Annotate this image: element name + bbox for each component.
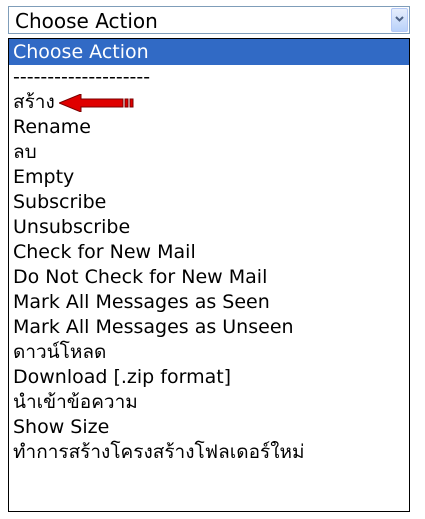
option-do-not-check-new-mail[interactable]: Do Not Check for New Mail	[9, 265, 409, 290]
option-empty[interactable]: Empty	[9, 165, 409, 190]
action-select[interactable]: Choose Action	[8, 6, 410, 34]
option-separator[interactable]: --------------------	[9, 65, 409, 90]
option-label: นำเข้าข้อความ	[13, 391, 138, 413]
red-arrow-icon	[59, 94, 134, 112]
option-label: ลบ	[13, 141, 37, 163]
option-label: Unsubscribe	[13, 216, 131, 238]
option-label: Empty	[13, 166, 75, 188]
option-unsubscribe[interactable]: Unsubscribe	[9, 215, 409, 240]
option-create-folder-structure[interactable]: ทำการสร้างโครงสร้างโฟลเดอร์ใหม่	[9, 440, 409, 465]
option-create[interactable]: สร้าง	[9, 90, 409, 115]
option-label: ทำการสร้างโครงสร้างโฟลเดอร์ใหม่	[13, 441, 305, 463]
option-choose-action[interactable]: Choose Action	[9, 39, 409, 65]
option-check-new-mail[interactable]: Check for New Mail	[9, 240, 409, 265]
option-label: Show Size	[13, 416, 110, 438]
option-label: Mark All Messages as Seen	[13, 291, 270, 313]
option-label: Rename	[13, 116, 91, 138]
option-mark-all-seen[interactable]: Mark All Messages as Seen	[9, 290, 409, 315]
option-mark-all-unseen[interactable]: Mark All Messages as Unseen	[9, 315, 409, 340]
option-label: ดาวน์โหลด	[13, 341, 107, 363]
option-subscribe[interactable]: Subscribe	[9, 190, 409, 215]
option-label: Check for New Mail	[13, 241, 196, 263]
option-label: Subscribe	[13, 191, 107, 213]
option-label: Do Not Check for New Mail	[13, 266, 268, 288]
action-select-value: Choose Action	[15, 9, 158, 33]
option-import-messages[interactable]: นำเข้าข้อความ	[9, 390, 409, 415]
option-label: Download [.zip format]	[13, 366, 232, 388]
chevron-down-icon	[395, 16, 404, 22]
option-download[interactable]: ดาวน์โหลด	[9, 340, 409, 365]
option-label: Choose Action	[13, 41, 149, 63]
option-label: สร้าง	[13, 91, 55, 113]
option-label: --------------------	[13, 66, 151, 88]
option-download-zip[interactable]: Download [.zip format]	[9, 365, 409, 390]
action-dropdown-list: Choose Action -------------------- สร้าง…	[8, 38, 410, 512]
option-delete[interactable]: ลบ	[9, 140, 409, 165]
option-show-size[interactable]: Show Size	[9, 415, 409, 440]
dropdown-button[interactable]	[391, 8, 408, 32]
option-label: Mark All Messages as Unseen	[13, 316, 294, 338]
option-rename[interactable]: Rename	[9, 115, 409, 140]
